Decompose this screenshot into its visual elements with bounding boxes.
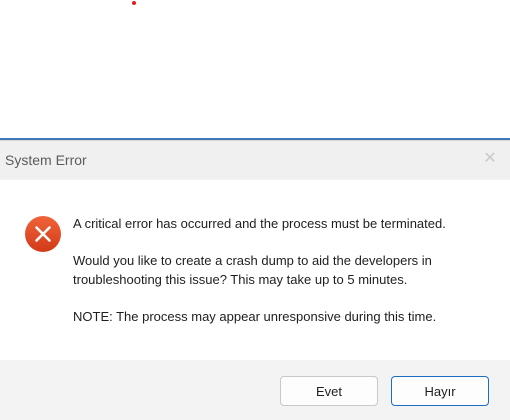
red-dot: [132, 1, 136, 5]
error-message: A critical error has occurred and the pr…: [73, 214, 493, 344]
dialog-title: System Error: [5, 152, 87, 168]
desktop: System Error ✕ A critical error has occu…: [0, 0, 510, 420]
system-error-dialog: System Error ✕ A critical error has occu…: [0, 140, 510, 420]
close-button[interactable]: ✕: [480, 149, 500, 169]
error-icon: [25, 216, 61, 252]
dialog-footer: Evet Hayır: [0, 360, 510, 420]
dialog-titlebar[interactable]: System Error ✕: [0, 141, 510, 179]
message-line-note: NOTE: The process may appear unresponsiv…: [73, 309, 437, 324]
yes-button[interactable]: Evet: [280, 376, 378, 406]
no-button[interactable]: Hayır: [391, 376, 489, 406]
message-line-crash-dump: Would you like to create a crash dump to…: [73, 253, 432, 287]
dialog-content: A critical error has occurred and the pr…: [0, 180, 510, 360]
message-line-critical: A critical error has occurred and the pr…: [73, 216, 446, 231]
close-icon: ✕: [483, 150, 497, 167]
